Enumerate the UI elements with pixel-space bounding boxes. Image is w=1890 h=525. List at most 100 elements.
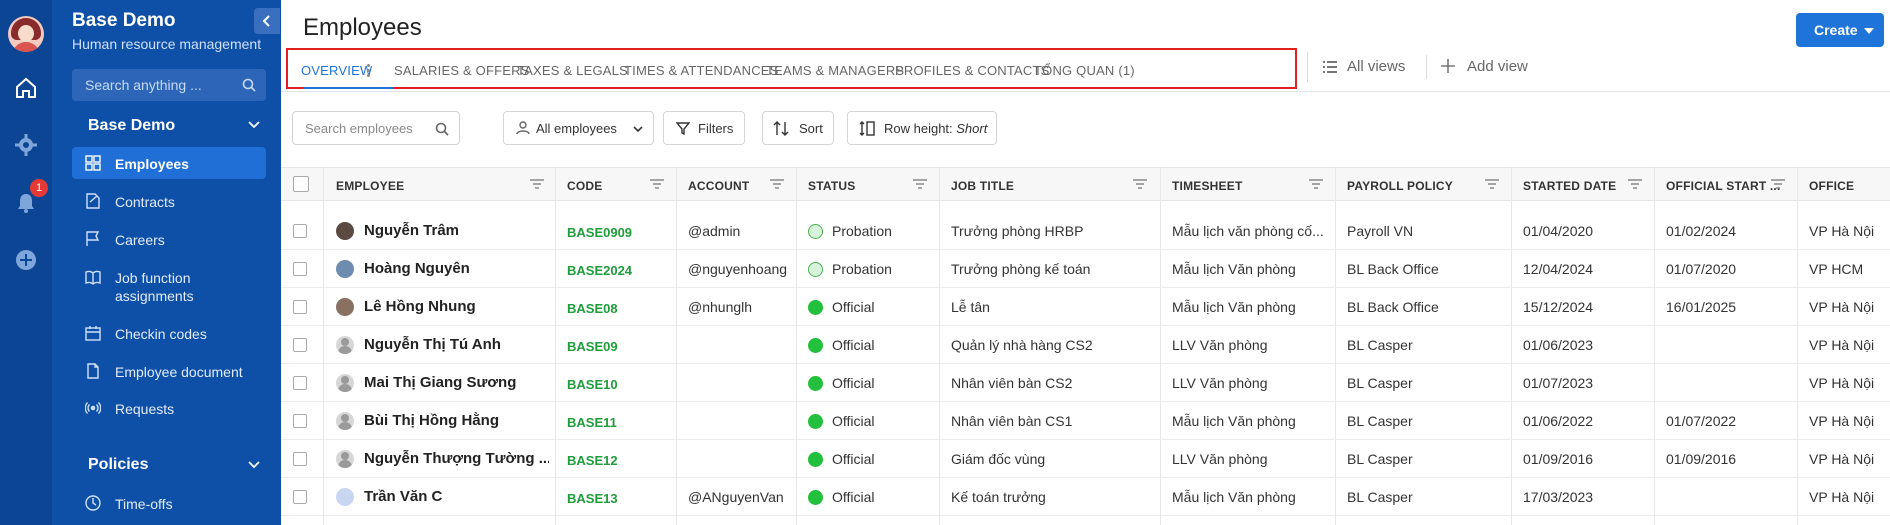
select-all-checkbox[interactable] — [293, 176, 309, 192]
chevron-down-icon[interactable] — [248, 121, 260, 129]
employee-name[interactable]: Mai Thị Giang Sương — [364, 374, 549, 391]
employee-search-input[interactable]: Search employees — [292, 111, 460, 145]
tab-taxes-legals[interactable]: TAXES & LEGALS — [517, 63, 628, 78]
column-header-code[interactable]: CODE — [567, 179, 602, 193]
employee-name[interactable]: Trần Văn C — [364, 488, 549, 505]
sort-label: Sort — [799, 121, 823, 136]
tab-salaries-offers[interactable]: SALARIES & OFFERS — [394, 63, 530, 78]
sidebar-item-job-function-assignments[interactable]: Job function assignments — [72, 261, 266, 309]
row-checkbox[interactable] — [293, 224, 307, 238]
column-header-started-date[interactable]: STARTED DATE — [1523, 179, 1616, 193]
table-row[interactable]: Bùi Thị Hồng Hằng BASE11 Official Nhân v… — [281, 402, 1890, 440]
add-circle-icon[interactable] — [14, 248, 38, 272]
flag-icon — [86, 231, 100, 246]
sidebar-item-time-offs[interactable]: Time-offs — [72, 487, 266, 519]
create-button-label: Create — [1814, 22, 1858, 38]
sidebar-search-input[interactable]: Search anything ... — [72, 69, 266, 101]
employee-payroll: BL Casper — [1347, 413, 1413, 429]
column-header-official-start[interactable]: OFFICIAL START ... — [1666, 179, 1780, 193]
filters-button[interactable]: Filters — [663, 111, 745, 145]
column-filter-icon[interactable] — [1628, 179, 1642, 189]
sidebar-item-employees[interactable]: Employees — [72, 147, 266, 179]
table-row[interactable]: Trần Văn C BASE13 @ANguyenVan Official K… — [281, 478, 1890, 516]
sidebar-item-contracts[interactable]: Contracts — [72, 185, 266, 217]
tab-overview[interactable]: OVERVIEW — [301, 63, 372, 78]
employee-payroll: BL Casper — [1347, 375, 1413, 391]
column-filter-icon[interactable] — [1771, 179, 1785, 189]
employee-code: BASE09 — [567, 339, 618, 354]
gear-icon[interactable] — [14, 133, 38, 157]
table-row[interactable]: Mai Thị Giang Sương BASE10 Official Nhân… — [281, 364, 1890, 402]
sidebar-item-requests[interactable]: Requests — [72, 392, 266, 424]
table-row[interactable]: Lê Hồng Nhung BASE08 @nhunglh Official L… — [281, 288, 1890, 326]
column-header-account[interactable]: ACCOUNT — [688, 179, 749, 193]
employee-name[interactable]: Nguyễn Trâm — [364, 222, 549, 239]
employee-name[interactable]: Nguyễn Thị Tú Anh — [364, 336, 549, 353]
column-header-payroll-policy[interactable]: PAYROLL POLICY — [1347, 179, 1453, 193]
employee-name[interactable]: Nguyễn Thượng Tường ... — [364, 450, 549, 467]
status-dot — [808, 490, 823, 505]
list-icon — [1323, 61, 1337, 73]
row-checkbox[interactable] — [293, 262, 307, 276]
table-row[interactable]: Hoàng Nguyên BASE2024 @nguyenhoang Proba… — [281, 250, 1890, 288]
user-avatar[interactable] — [8, 16, 44, 52]
employee-code: BASE11 — [567, 415, 617, 430]
section-title-policies[interactable]: Policies — [88, 456, 148, 474]
employee-name[interactable]: Hoàng Nguyên — [364, 260, 549, 277]
table-row[interactable]: Nguyễn Trâm BASE0909 @admin Probation Tr… — [281, 212, 1890, 250]
tab-teams-managers[interactable]: TEAMS & MANAGERS — [766, 63, 904, 78]
sidebar-search-placeholder: Search anything ... — [85, 77, 202, 93]
sidebar-item-employee-document[interactable]: Employee document — [72, 355, 266, 387]
column-filter-icon[interactable] — [1309, 179, 1323, 189]
tab-profiles-contacts[interactable]: PROFILES & CONTACTS — [895, 63, 1050, 78]
sidebar-item-label: Time-offs — [115, 496, 173, 512]
sidebar-item-checkin-codes[interactable]: Checkin codes — [72, 317, 266, 349]
employee-filter-select[interactable]: All employees — [503, 111, 654, 145]
status-dot — [808, 452, 823, 467]
sidebar-collapse-button[interactable] — [254, 8, 280, 34]
home-icon[interactable] — [14, 76, 38, 100]
status-dot — [808, 414, 823, 429]
table-row[interactable]: Nguyễn Thị Tú Anh BASE09 Official Quản l… — [281, 326, 1890, 364]
column-filter-icon[interactable] — [1133, 179, 1147, 189]
column-filter-icon[interactable] — [1485, 179, 1499, 189]
sidebar-item-label: Requests — [115, 401, 175, 417]
all-views-button[interactable]: All views — [1347, 58, 1405, 75]
sidebar-item-careers[interactable]: Careers — [72, 223, 266, 255]
row-checkbox[interactable] — [293, 452, 307, 466]
column-header-timesheet[interactable]: TIMESHEET — [1172, 179, 1242, 193]
tab-times-attendances[interactable]: TIMES & ATTENDANCES — [624, 63, 779, 78]
column-header-status[interactable]: STATUS — [808, 179, 855, 193]
add-view-button[interactable]: Add view — [1467, 58, 1528, 75]
row-checkbox[interactable] — [293, 300, 307, 314]
row-height-button[interactable]: Row height: Short — [847, 111, 997, 145]
status-dot — [808, 262, 823, 277]
sort-button[interactable]: Sort — [762, 111, 834, 145]
column-header-job-title[interactable]: JOB TITLE — [951, 179, 1014, 193]
row-checkbox[interactable] — [293, 338, 307, 352]
create-button[interactable]: Create — [1796, 13, 1884, 47]
column-header-employee[interactable]: EMPLOYEE — [336, 179, 404, 193]
table-row[interactable]: Nguyễn Thượng Tường ... BASE12 Official … — [281, 440, 1890, 478]
column-filter-icon[interactable] — [913, 179, 927, 189]
user-icon — [516, 121, 530, 135]
row-checkbox[interactable] — [293, 414, 307, 428]
row-checkbox[interactable] — [293, 376, 307, 390]
column-filter-icon[interactable] — [530, 179, 544, 189]
status-dot — [808, 376, 823, 391]
section-title-base-demo[interactable]: Base Demo — [88, 117, 175, 135]
column-filter-icon[interactable] — [650, 179, 664, 189]
employee-job-title: Nhân viên bàn CS2 — [951, 375, 1073, 391]
book-icon — [85, 270, 101, 285]
more-vertical-icon[interactable] — [367, 64, 371, 78]
employee-search-placeholder: Search employees — [305, 121, 413, 136]
employee-name[interactable]: Bùi Thị Hồng Hằng — [364, 412, 549, 429]
employee-name[interactable]: Lê Hồng Nhung — [364, 298, 549, 315]
tab-tong-quan[interactable]: TỔNG QUAN (1) — [1034, 63, 1135, 78]
grid-icon — [85, 155, 101, 171]
column-header-office[interactable]: OFFICE — [1809, 179, 1854, 193]
chevron-down-icon[interactable] — [248, 461, 260, 469]
employee-filter-value: All employees — [536, 121, 617, 136]
column-filter-icon[interactable] — [770, 179, 784, 189]
row-checkbox[interactable] — [293, 490, 307, 504]
